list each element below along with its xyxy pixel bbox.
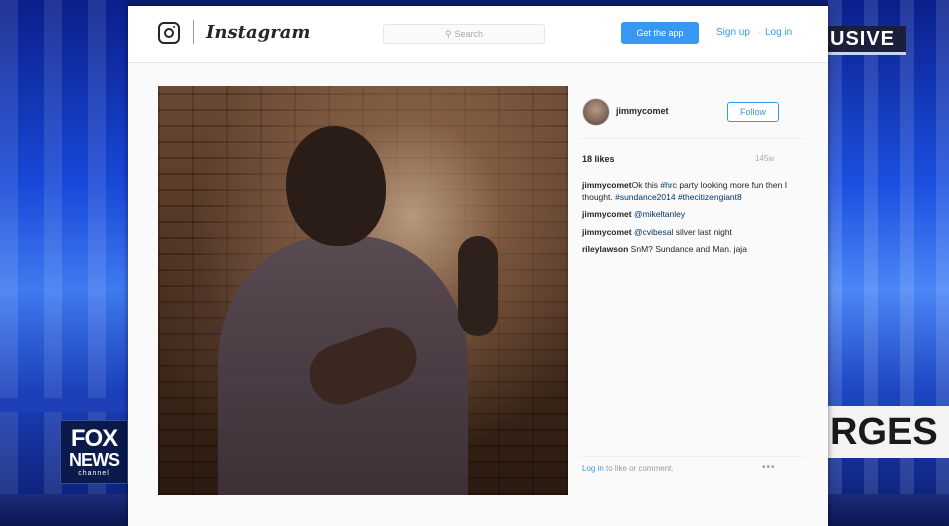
comment-hashtag[interactable]: #hrc [660, 180, 677, 190]
comment-hashtag[interactable]: #sundance2014 #thecitizengiant8 [615, 192, 742, 202]
fox-news-logo: FOX NEWS channel [60, 420, 128, 484]
lower-third-headline: RGES [828, 406, 949, 458]
post-age[interactable]: 145w [755, 154, 774, 163]
get-app-button[interactable]: Get the app [621, 22, 699, 44]
instagram-page: Instagram ⚲ Search Get the app Sign up · … [128, 6, 828, 526]
likes-count[interactable]: 18 likes [582, 154, 615, 164]
logo-line-3: channel [78, 470, 110, 477]
signup-link[interactable]: Sign up [716, 27, 750, 38]
follow-button[interactable]: Follow [727, 102, 779, 122]
post-photo[interactable] [158, 86, 568, 495]
comment-username[interactable]: jimmycomet [582, 209, 632, 219]
comment-mention[interactable]: @cvibesal [634, 227, 673, 237]
photo-figure-raised-hand [458, 236, 498, 336]
comment-text: silver last night [673, 226, 732, 237]
comment-item: jimmycometOk this #hrc party looking mor… [582, 180, 792, 203]
comment-text: Ok this [631, 180, 661, 190]
comments-list: jimmycometOk this #hrc party looking mor… [582, 180, 792, 262]
more-options-icon[interactable]: ••• [762, 462, 776, 473]
broadcast-blue-band [0, 398, 128, 412]
comment-item: jimmycomet @mikeltanley [582, 209, 792, 221]
comment-username[interactable]: rileylawson [582, 244, 628, 254]
instagram-wordmark[interactable]: Instagram [206, 22, 310, 43]
comment-username[interactable]: jimmycomet [582, 180, 632, 190]
comment-item: rileylawson SnM? Sundance and Man. jaja [582, 244, 792, 256]
login-link[interactable]: Log in [765, 27, 792, 38]
post-side-panel: jimmycomet Follow 18 likes 145w jimmycom… [580, 86, 804, 495]
footer-login-link[interactable]: Log in [582, 464, 604, 473]
search-placeholder: Search [454, 29, 484, 39]
login-prompt: Log in to like or comment. [582, 464, 674, 473]
logo-line-2: NEWS [69, 450, 120, 470]
logo-line-1: FOX [70, 425, 118, 452]
comment-item: jimmycomet @cvibesal silver last night [582, 227, 792, 239]
avatar[interactable] [582, 98, 610, 126]
instagram-header: Instagram ⚲ Search Get the app Sign up · … [128, 6, 828, 63]
instagram-camera-icon[interactable] [158, 22, 180, 44]
post-username[interactable]: jimmycomet [616, 106, 669, 116]
panel-footer-divider [580, 456, 804, 457]
search-input[interactable]: ⚲ Search [383, 24, 545, 44]
panel-divider [580, 138, 804, 139]
header-link-separator: · [758, 27, 762, 38]
comment-mention[interactable]: @mikeltanley [634, 209, 685, 219]
exclusive-banner: USIVE [828, 26, 906, 55]
header-divider [193, 20, 194, 44]
comment-username[interactable]: jimmycomet [582, 227, 632, 237]
search-icon: ⚲ [444, 29, 452, 39]
photo-figure-head [286, 126, 386, 246]
login-prompt-text: to like or comment. [603, 464, 674, 473]
comment-text: SnM? Sundance and Man. jaja [628, 244, 747, 254]
